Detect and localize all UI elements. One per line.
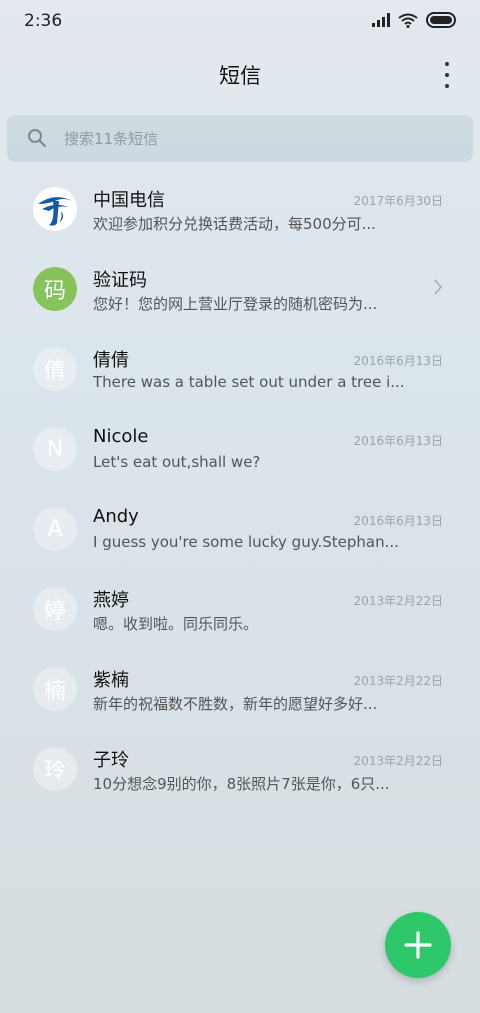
wifi-icon (398, 13, 418, 28)
signal-icon (372, 13, 390, 27)
thread-date: 2016年6月13日 (353, 434, 443, 448)
avatar: A (33, 507, 77, 551)
thread-row[interactable]: 码 验证码 您好！您的网上营业厅登录的随机密码为... (0, 250, 480, 330)
avatar: 倩 (33, 347, 77, 391)
thread-row[interactable]: 倩 倩倩 There was a table set out under a t… (0, 330, 480, 410)
thread-row[interactable]: 玲 子玲 10分想念9别的你，8张照片7张是你，6只... 2013年2月22日 (0, 730, 480, 810)
thread-name: 燕婷 (93, 590, 129, 611)
search-icon (28, 129, 47, 148)
thread-date: 2013年2月22日 (353, 754, 443, 768)
thread-snippet: 新年的祝福数不胜数，新年的愿望好多好... (93, 695, 378, 713)
thread-date: 2013年2月22日 (353, 674, 443, 688)
more-vert-dot (445, 73, 449, 77)
status-icons (372, 12, 458, 28)
status-time: 2:36 (24, 11, 63, 31)
thread-row[interactable]: N Nicole Let's eat out,shall we? 2016年6月… (0, 410, 480, 490)
thread-name: Andy (93, 506, 139, 527)
thread-snippet: Let's eat out,shall we? (93, 453, 261, 471)
avatar (33, 187, 77, 231)
new-message-button[interactable] (385, 912, 451, 978)
thread-name: 验证码 (93, 270, 147, 291)
more-vert-dot (445, 84, 449, 88)
thread-snippet: 嗯。收到啦。同乐同乐。 (93, 615, 259, 633)
thread-snippet: 您好！您的网上营业厅登录的随机密码为... (93, 295, 378, 313)
thread-name: 紫楠 (93, 670, 129, 691)
thread-date: 2017年6月30日 (353, 194, 443, 208)
page-title: 短信 (219, 64, 261, 88)
thread-name: Nicole (93, 426, 149, 447)
china-telecom-logo-icon (34, 188, 76, 230)
avatar: 码 (33, 267, 77, 311)
avatar: N (33, 427, 77, 471)
thread-date: 2016年6月13日 (353, 514, 443, 528)
thread-row[interactable]: 婷 燕婷 嗯。收到啦。同乐同乐。 2013年2月22日 (0, 570, 480, 650)
thread-name: 中国电信 (93, 190, 165, 211)
thread-snippet: 欢迎参加积分兑换话费活动，每500分可... (93, 215, 376, 233)
thread-list: 中国电信 欢迎参加积分兑换话费活动，每500分可... 2017年6月30日 码… (0, 170, 480, 810)
battery-icon (426, 12, 456, 28)
thread-name: 倩倩 (93, 350, 129, 371)
thread-snippet: There was a table set out under a tree i… (93, 373, 405, 391)
status-bar: 2:36 (0, 0, 480, 42)
chevron-right-icon (434, 279, 443, 295)
thread-name: 子玲 (93, 750, 129, 771)
thread-snippet: 10分想念9别的你，8张照片7张是你，6只... (93, 775, 390, 793)
thread-row[interactable]: 楠 紫楠 新年的祝福数不胜数，新年的愿望好多好... 2013年2月22日 (0, 650, 480, 730)
plus-icon (404, 931, 432, 959)
more-vert-icon (445, 62, 449, 66)
avatar: 楠 (33, 667, 77, 711)
thread-snippet: I guess you're some lucky guy.Stephan... (93, 533, 399, 551)
search-bar[interactable] (7, 115, 473, 162)
search-input[interactable] (62, 123, 446, 155)
thread-row[interactable]: 中国电信 欢迎参加积分兑换话费活动，每500分可... 2017年6月30日 (0, 170, 480, 250)
app-header: 短信 (0, 50, 480, 100)
avatar: 玲 (33, 747, 77, 791)
more-options-button[interactable] (442, 62, 452, 88)
thread-row[interactable]: A Andy I guess you're some lucky guy.Ste… (0, 490, 480, 570)
thread-date: 2016年6月13日 (353, 354, 443, 368)
avatar: 婷 (33, 587, 77, 631)
thread-date: 2013年2月22日 (353, 594, 443, 608)
